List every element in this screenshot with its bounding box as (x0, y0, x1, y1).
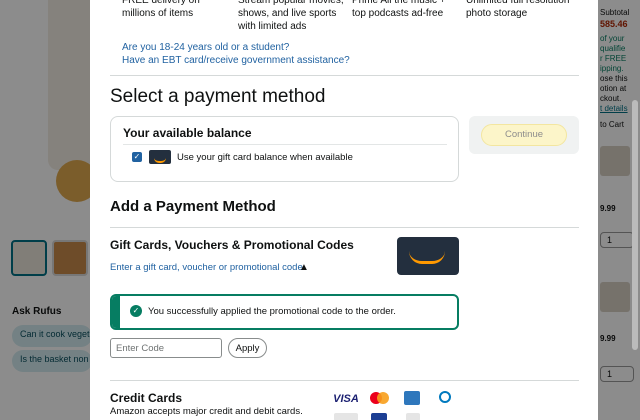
credit-cards-subtitle: Amazon accepts major credit and debit ca… (110, 406, 303, 417)
payment-modal: FREE delivery on millions of items Strea… (90, 0, 598, 420)
gift-cards-title: Gift Cards, Vouchers & Promotional Codes (110, 238, 354, 252)
visa-logo: VISA (333, 393, 359, 405)
mastercard-logo (370, 391, 390, 405)
amazon-gift-card-image (397, 237, 459, 275)
student-offer-link[interactable]: Are you 18-24 years old or a student? (122, 42, 289, 53)
jcb-logo (371, 413, 387, 420)
chevron-up-icon[interactable]: ▲ (299, 262, 311, 274)
diners-club-logo (434, 390, 456, 406)
credit-cards-title: Credit Cards (110, 391, 183, 405)
prime-benefits-row: FREE delivery on millions of items Strea… (90, 0, 598, 34)
select-payment-heading: Select a payment method (110, 86, 326, 107)
add-payment-heading: Add a Payment Method (110, 198, 276, 215)
gift-card-icon (149, 150, 171, 164)
benefit-music: Prime All the music + top podcasts ad-fr… (352, 0, 446, 19)
section-divider (110, 380, 579, 381)
check-circle-icon: ✓ (130, 305, 142, 317)
alert-stripe (112, 296, 120, 328)
discover-logo (334, 413, 358, 420)
promo-code-input[interactable] (110, 338, 222, 358)
section-divider (110, 227, 579, 228)
section-divider (110, 75, 579, 76)
ebt-offer-link[interactable]: Have an EBT card/receive government assi… (122, 55, 350, 66)
balance-title: Your available balance (123, 126, 252, 140)
continue-button[interactable]: Continue (481, 124, 567, 146)
benefit-photos: Unlimited full resolution photo storage (466, 0, 570, 19)
continue-panel: Continue (469, 116, 579, 154)
available-balance-box: Your available balance ✓ Use your gift c… (110, 116, 459, 182)
benefit-video: Stream popular movies, shows, and live s… (238, 0, 344, 32)
promo-success-message: You successfully applied the promotional… (148, 306, 396, 317)
gift-card-balance-checkbox[interactable]: ✓ (132, 152, 142, 162)
card-logo (406, 413, 420, 420)
promo-success-alert: ✓ You successfully applied the promotion… (110, 294, 459, 330)
balance-divider (123, 144, 447, 145)
page-scrollbar[interactable] (632, 100, 638, 350)
enter-gift-card-link[interactable]: Enter a gift card, voucher or promotiona… (110, 262, 303, 273)
gift-card-balance-label: Use your gift card balance when availabl… (177, 152, 353, 163)
benefit-delivery: FREE delivery on millions of items (122, 0, 200, 19)
amex-logo (404, 391, 420, 405)
apply-button[interactable]: Apply (228, 338, 267, 358)
